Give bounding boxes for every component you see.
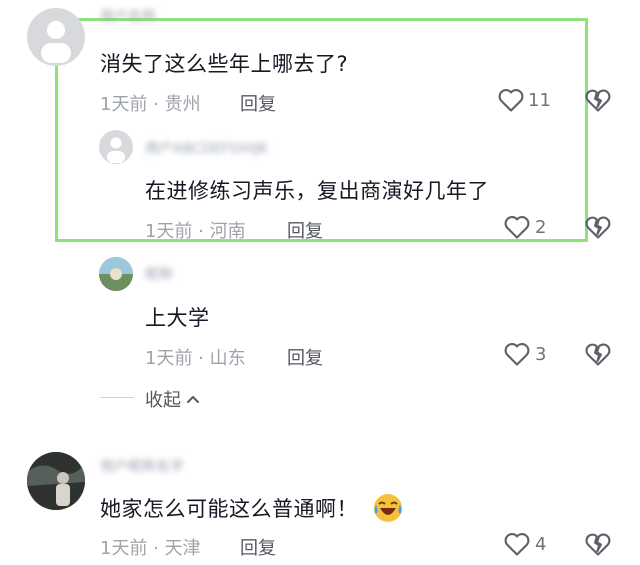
like-count: 2 xyxy=(535,217,547,238)
avatar[interactable] xyxy=(99,257,133,291)
avatar[interactable] xyxy=(99,130,133,164)
comment-text: 上大学 xyxy=(145,306,210,330)
dislike-icon[interactable] xyxy=(584,531,612,557)
username[interactable]: 用户ABCDEFGHIJK xyxy=(145,138,375,158)
like-count: 4 xyxy=(535,534,547,555)
crying-laughing-emoji-icon xyxy=(374,494,402,522)
comment-text: 在进修练习声乐，复出商演好几年了 xyxy=(145,179,489,203)
default-avatar-icon xyxy=(41,21,71,63)
like-icon[interactable] xyxy=(497,87,525,113)
collapse-replies-button[interactable]: 收起 xyxy=(145,386,202,412)
avatar[interactable] xyxy=(27,452,85,510)
avatar[interactable] xyxy=(27,8,85,66)
comment-text: 消失了这么些年上哪去了? xyxy=(100,52,349,76)
reply-button[interactable]: 回复 xyxy=(240,534,276,560)
comment-meta: 1天前 · 天津 xyxy=(100,538,201,559)
photo-avatar-icon xyxy=(27,452,85,510)
username[interactable]: 用户名称 xyxy=(100,6,300,26)
reply-button[interactable]: 回复 xyxy=(240,90,276,116)
dislike-icon[interactable] xyxy=(584,87,612,113)
landscape-avatar-icon xyxy=(99,257,133,291)
reply-button[interactable]: 回复 xyxy=(287,344,323,370)
username[interactable]: 昵称 xyxy=(145,264,205,284)
like-count: 3 xyxy=(535,344,547,365)
default-avatar-icon xyxy=(107,137,125,163)
like-icon[interactable] xyxy=(503,214,531,240)
collapse-divider xyxy=(100,397,134,398)
chevron-up-icon xyxy=(187,395,199,403)
dislike-icon[interactable] xyxy=(584,214,612,240)
reply-button[interactable]: 回复 xyxy=(287,217,323,243)
comment-meta: 1天前 · 河南 xyxy=(145,221,246,242)
dislike-icon[interactable] xyxy=(584,341,612,367)
comment-meta: 1天前 · 贵州 xyxy=(100,94,201,115)
like-icon[interactable] xyxy=(503,341,531,367)
comment-text: 她家怎么可能这么普通啊！ xyxy=(100,492,404,524)
like-icon[interactable] xyxy=(503,531,531,557)
username[interactable]: 用户昵称名字 xyxy=(100,456,210,476)
like-count: 11 xyxy=(528,90,551,111)
comment-meta: 1天前 · 山东 xyxy=(145,348,246,369)
collapse-label: 收起 xyxy=(145,390,181,411)
